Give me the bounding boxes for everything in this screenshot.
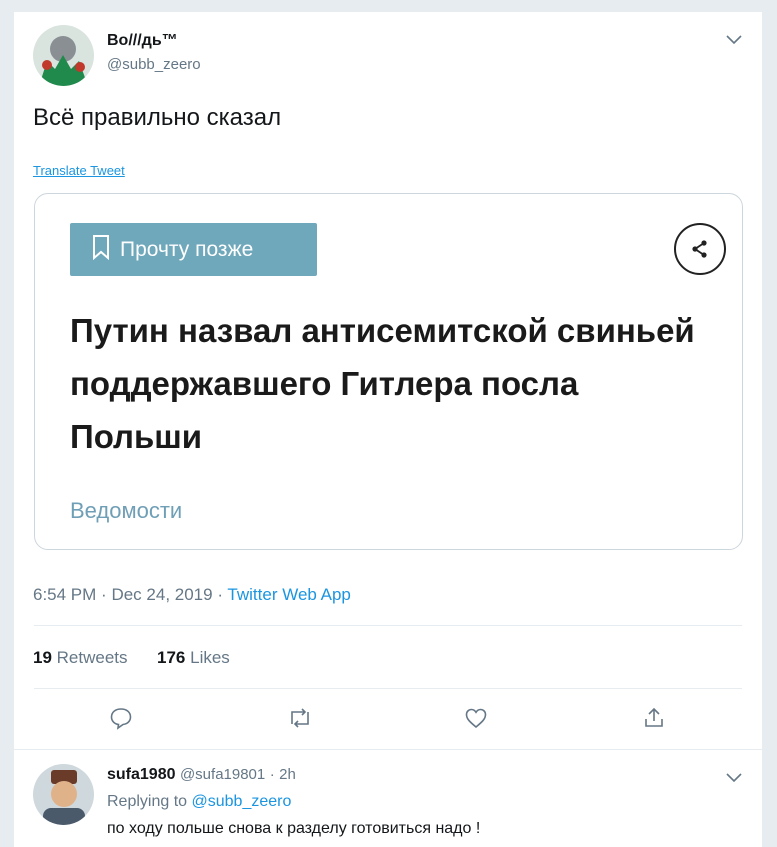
reply-author-handle[interactable]: @sufa19801 <box>180 766 265 783</box>
tweet-date[interactable]: Dec 24, 2019 <box>111 585 212 604</box>
reply-author-name[interactable]: sufa1980 <box>107 766 176 783</box>
replying-prefix: Replying to <box>107 793 188 810</box>
reply-time[interactable]: 2h <box>279 766 296 783</box>
card-headline: Путин назвал антисемитской свиньей подде… <box>70 312 695 455</box>
reply-icon[interactable] <box>107 704 135 732</box>
share-tweet-icon[interactable] <box>640 704 668 732</box>
likes-count: 176 <box>157 648 186 667</box>
tweet-meta: 6:54 PM · Dec 24, 2019 · Twitter Web App <box>33 585 351 605</box>
author-name[interactable]: Во///дь™ <box>107 32 178 50</box>
divider <box>34 625 742 626</box>
like-icon[interactable] <box>462 704 490 732</box>
card-source: Ведомости <box>70 498 183 523</box>
bookmark-icon <box>92 234 110 266</box>
retweet-icon[interactable] <box>286 704 314 732</box>
link-card[interactable]: Прочту позже Путин назвал антисемитской … <box>34 193 743 550</box>
retweets-label: Retweets <box>56 648 128 667</box>
meta-separator: · <box>101 585 107 604</box>
likes-stat[interactable]: 176 Likes <box>157 648 230 667</box>
author-handle[interactable]: @subb_zeero <box>107 56 201 73</box>
share-icon[interactable] <box>674 223 726 275</box>
tweet-stats: 19 Retweets 176 Likes <box>33 648 230 668</box>
retweets-stat[interactable]: 19 Retweets <box>33 648 128 667</box>
reply-chevron-down-icon[interactable] <box>726 770 742 788</box>
retweets-count: 19 <box>33 648 52 667</box>
replying-to: Replying to @subb_zeero <box>107 793 291 811</box>
reply-header: sufa1980 @sufa19801 · 2h <box>107 766 296 784</box>
tweet-frame: Во///дь™ @subb_zeero Всё правильно сказа… <box>13 12 763 847</box>
tweet-separator <box>14 749 762 750</box>
read-later-button[interactable]: Прочту позже <box>70 223 317 276</box>
reply-separator: · <box>269 766 275 783</box>
reply-avatar[interactable] <box>33 764 94 825</box>
reply-text: по ходу польше снова к разделу готовитьс… <box>107 820 481 837</box>
tweet-text: Всё правильно сказал <box>33 104 282 131</box>
translate-link[interactable]: Translate Tweet <box>33 163 125 178</box>
chevron-down-icon[interactable] <box>726 32 742 50</box>
tweet-time[interactable]: 6:54 PM <box>33 585 96 604</box>
replying-to-handle[interactable]: @subb_zeero <box>192 793 292 810</box>
read-later-label: Прочту позже <box>120 237 254 261</box>
source-app-link[interactable]: Twitter Web App <box>227 585 350 604</box>
author-avatar[interactable] <box>33 25 94 86</box>
divider <box>34 688 742 689</box>
meta-separator: · <box>217 585 223 604</box>
likes-label: Likes <box>190 648 230 667</box>
